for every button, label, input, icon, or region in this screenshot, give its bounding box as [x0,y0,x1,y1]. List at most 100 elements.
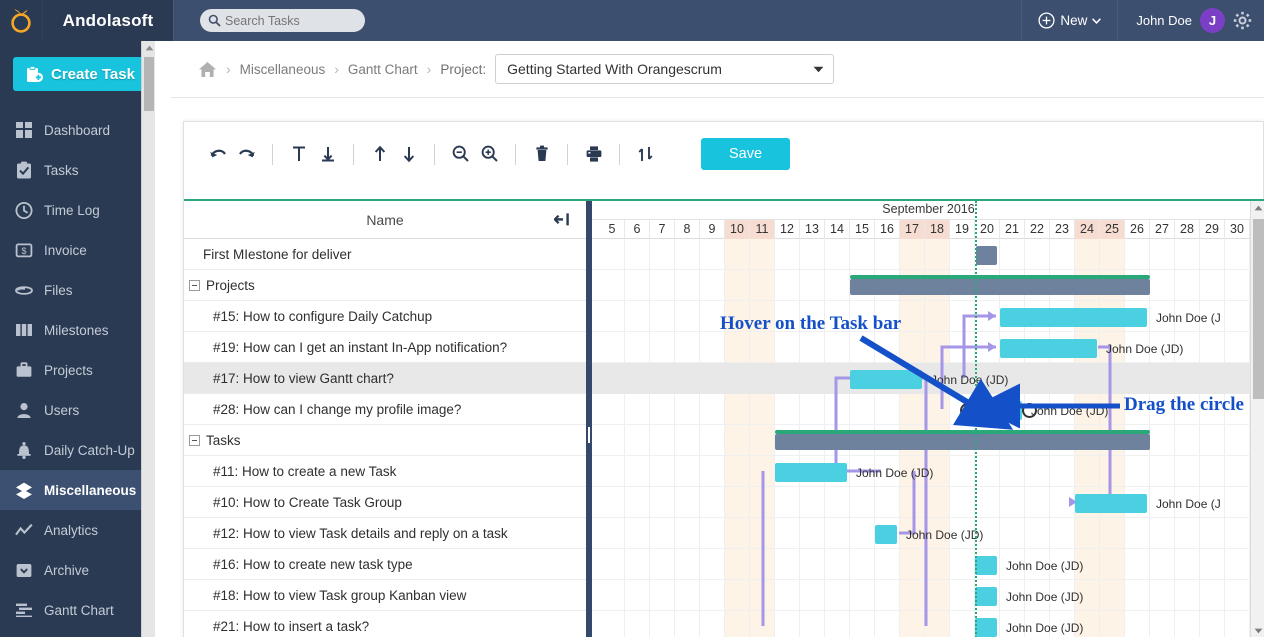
sidebar-item-milestones[interactable]: Milestones [0,310,155,350]
sidebar-item-users[interactable]: Users [0,390,155,430]
zoom-out-button[interactable] [446,140,475,169]
sidebar-item-label: Milestones [44,322,109,338]
app-logo[interactable] [0,0,43,41]
sidebar-scroll-thumb[interactable] [144,57,154,111]
sort-button[interactable] [631,140,660,169]
table-row[interactable]: #18: How to view Task group Kanban view [184,580,586,611]
scroll-up-arrow[interactable] [142,41,155,55]
breadcrumb-item-gantt-chart[interactable]: Gantt Chart [348,62,418,77]
clipboard-plus-icon [27,65,43,82]
table-row[interactable]: #12: How to view Task details and reply … [184,518,586,549]
avatar[interactable]: J [1200,8,1225,33]
sidebar-scrollbar[interactable] [141,41,155,637]
sidebar-item-label: Invoice [44,242,87,258]
task-bar[interactable] [850,370,922,389]
move-to-top-button[interactable] [284,140,313,169]
print-button[interactable] [579,140,608,169]
table-row[interactable]: #17: How to view Gantt chart? [184,363,586,394]
grid-row-line [592,424,1264,425]
selected-row-highlight [592,363,1264,394]
sidebar-item-daily-catch-up[interactable]: Daily Catch-Up [0,430,155,470]
task-bar[interactable] [775,463,847,482]
user-menu[interactable]: John Doe J [1118,0,1264,41]
create-task-button[interactable]: Create Task [13,57,153,91]
day-header-cell: 18 [925,220,950,239]
project-select[interactable]: Getting Started With Orangescrum [495,54,835,84]
table-row[interactable]: Projects [184,270,586,301]
gear-icon[interactable] [1233,11,1252,30]
summary-bar[interactable] [850,279,1150,295]
breadcrumb-separator-2: › [334,61,339,77]
column-header-name: Name [366,211,404,228]
table-row[interactable]: First MIestone for deliver [184,239,586,270]
sidebar-item-dashboard[interactable]: Dashboard [0,110,155,150]
sidebar-item-label: Users [44,402,80,418]
sidebar-item-miscellaneous[interactable]: Miscellaneous [0,470,155,510]
sidebar-item-tasks[interactable]: Tasks2 [0,150,155,190]
zoom-in-button[interactable] [475,140,504,169]
sidebar-item-time-log[interactable]: Time Log [0,190,155,230]
create-task-label: Create Task [51,65,135,83]
sidebar-item-label: Miscellaneous [44,482,137,498]
trash-icon [535,145,548,161]
save-button[interactable]: Save [701,138,790,170]
undo-button[interactable] [203,140,232,169]
task-bar[interactable] [1000,308,1147,327]
grid-row-line [592,300,1264,301]
sidebar-item-projects[interactable]: Projects [0,350,155,390]
milestone-bar[interactable] [976,246,997,265]
sidebar-item-label: Analytics [44,522,99,538]
resource-label: John Doe (J [1156,497,1221,511]
task-bar[interactable] [1075,494,1147,513]
delete-button[interactable] [527,140,556,169]
tree-collapse-toggle[interactable] [189,279,200,291]
search-box[interactable] [200,9,365,32]
grid-column-line [674,239,675,637]
table-row[interactable]: #15: How to configure Daily Catchup [184,301,586,332]
tree-collapse-toggle[interactable] [189,434,200,446]
move-down-button[interactable] [394,140,423,169]
resize-handle-right[interactable] [1022,403,1037,418]
search-input[interactable] [225,13,355,28]
move-up-button[interactable] [365,140,394,169]
resize-handle-left[interactable] [960,403,975,418]
table-row[interactable]: #21: How to insert a task? [184,611,586,637]
task-bar[interactable] [1000,339,1097,358]
table-row[interactable]: #19: How can I get an instant In-App not… [184,332,586,363]
task-bar[interactable] [975,401,1022,420]
redo-button[interactable] [232,140,261,169]
table-row[interactable]: #28: How can I change my profile image? [184,394,586,425]
sidebar-item-invoice[interactable]: $ Invoice [0,230,155,270]
timeline-scrollbar[interactable] [1250,201,1264,637]
project-label: Project: [440,61,487,77]
collapse-panel-icon[interactable] [554,212,572,227]
task-bar[interactable] [975,618,997,637]
printer-icon [586,146,601,162]
sidebar-item-gantt-chart[interactable]: Gantt Chart [0,590,155,630]
day-header-cell: 19 [950,220,975,239]
home-icon[interactable] [198,61,217,78]
timeline-scroll-up[interactable] [1251,201,1264,215]
task-bar[interactable] [875,525,897,544]
timeline-scroll-thumb[interactable] [1253,219,1264,399]
move-to-bottom-button[interactable] [313,140,342,169]
sidebar-item-analytics[interactable]: Analytics [0,510,155,550]
table-row[interactable]: Tasks [184,425,586,456]
sidebar-item-files[interactable]: Files1 [0,270,155,310]
row-label: #12: How to view Task details and reply … [213,525,508,541]
summary-bar[interactable] [775,434,1150,450]
briefcase-icon [14,361,33,380]
table-row[interactable]: #16: How to create new task type [184,549,586,580]
day-header-cell: 14 [825,220,850,239]
day-header-cell: 6 [625,220,650,239]
search-icon [208,14,221,27]
new-button[interactable]: New [1021,0,1119,41]
resource-label: John Doe (JD) [1031,404,1109,418]
table-row[interactable]: #10: How to Create Task Group [184,487,586,518]
timeline-scroll-down[interactable] [1251,624,1264,637]
task-bar[interactable] [975,587,997,606]
sidebar-item-archive[interactable]: Archive [0,550,155,590]
table-row[interactable]: #11: How to create a new Task [184,456,586,487]
breadcrumb-item-miscellaneous[interactable]: Miscellaneous [240,62,326,77]
task-bar[interactable] [975,556,997,575]
